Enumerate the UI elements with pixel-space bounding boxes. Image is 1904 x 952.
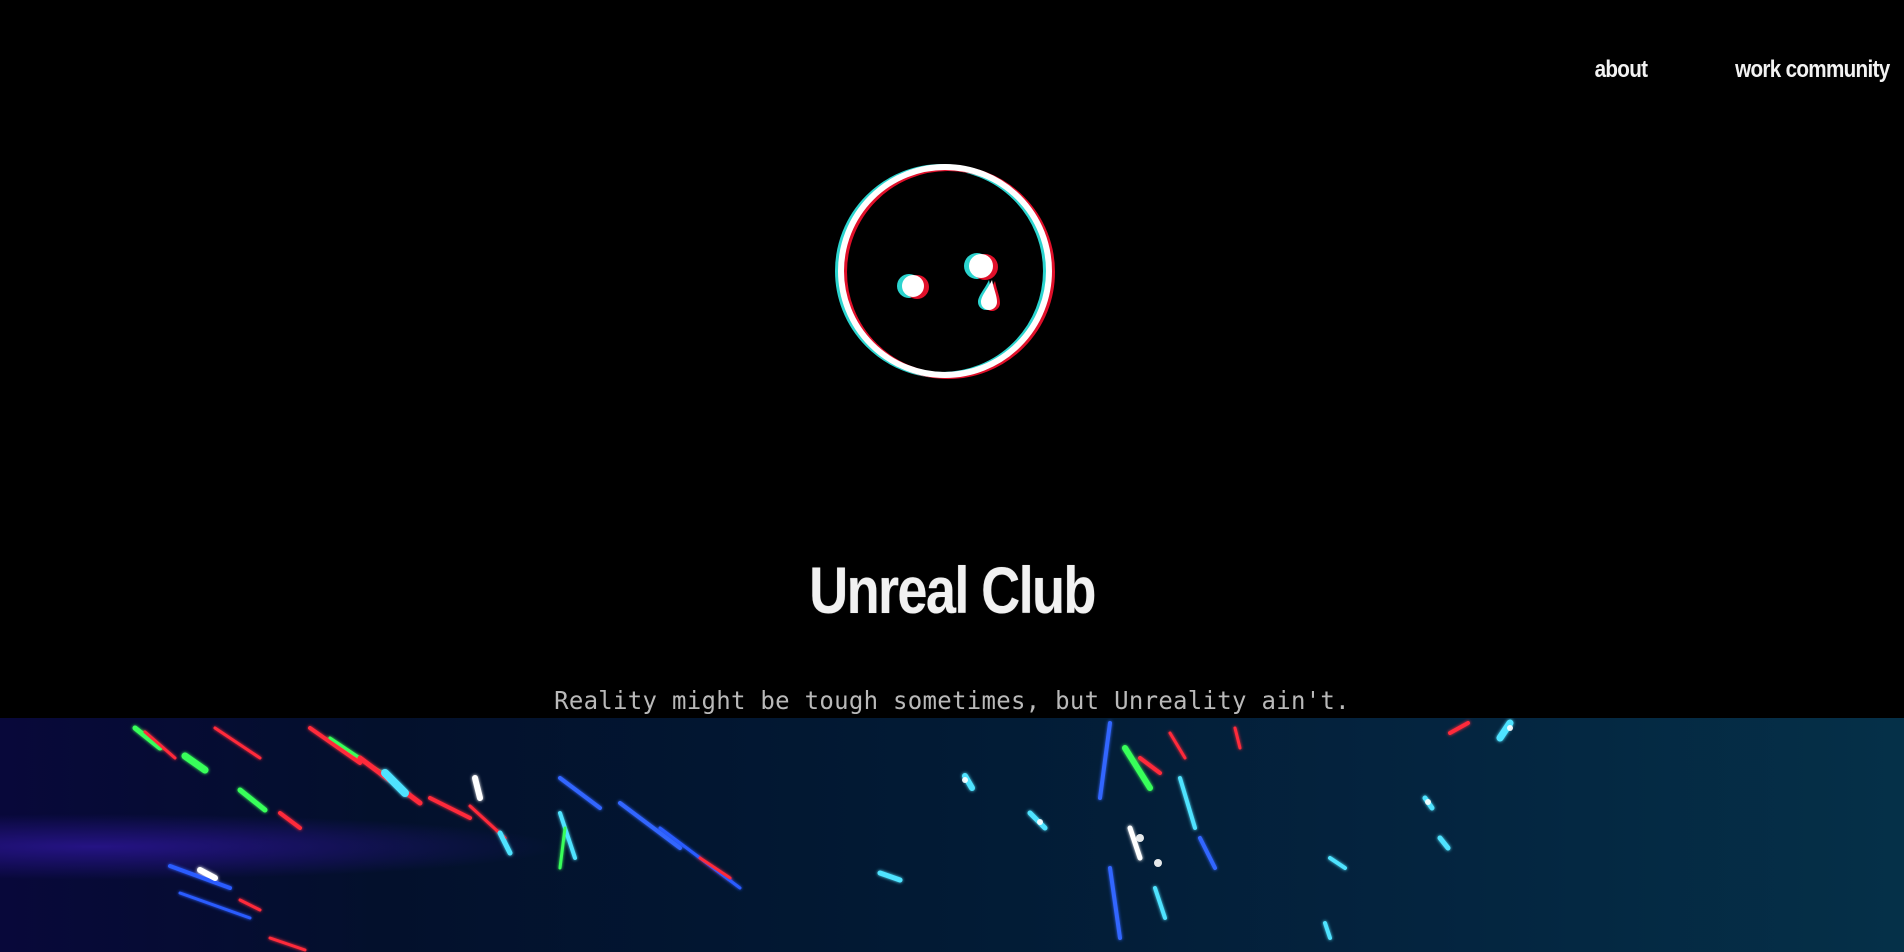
page-title: Unreal Club (809, 553, 1096, 628)
nav-link-work-community[interactable]: work community (1735, 52, 1890, 88)
nav-link-about[interactable]: about (1595, 52, 1648, 88)
sad-face-glitch-icon (831, 158, 1059, 384)
tagline: Reality might be tough sometimes, but Un… (554, 686, 1350, 715)
top-nav: about work community (1586, 52, 1890, 88)
neon-abstract-image (0, 718, 1904, 952)
